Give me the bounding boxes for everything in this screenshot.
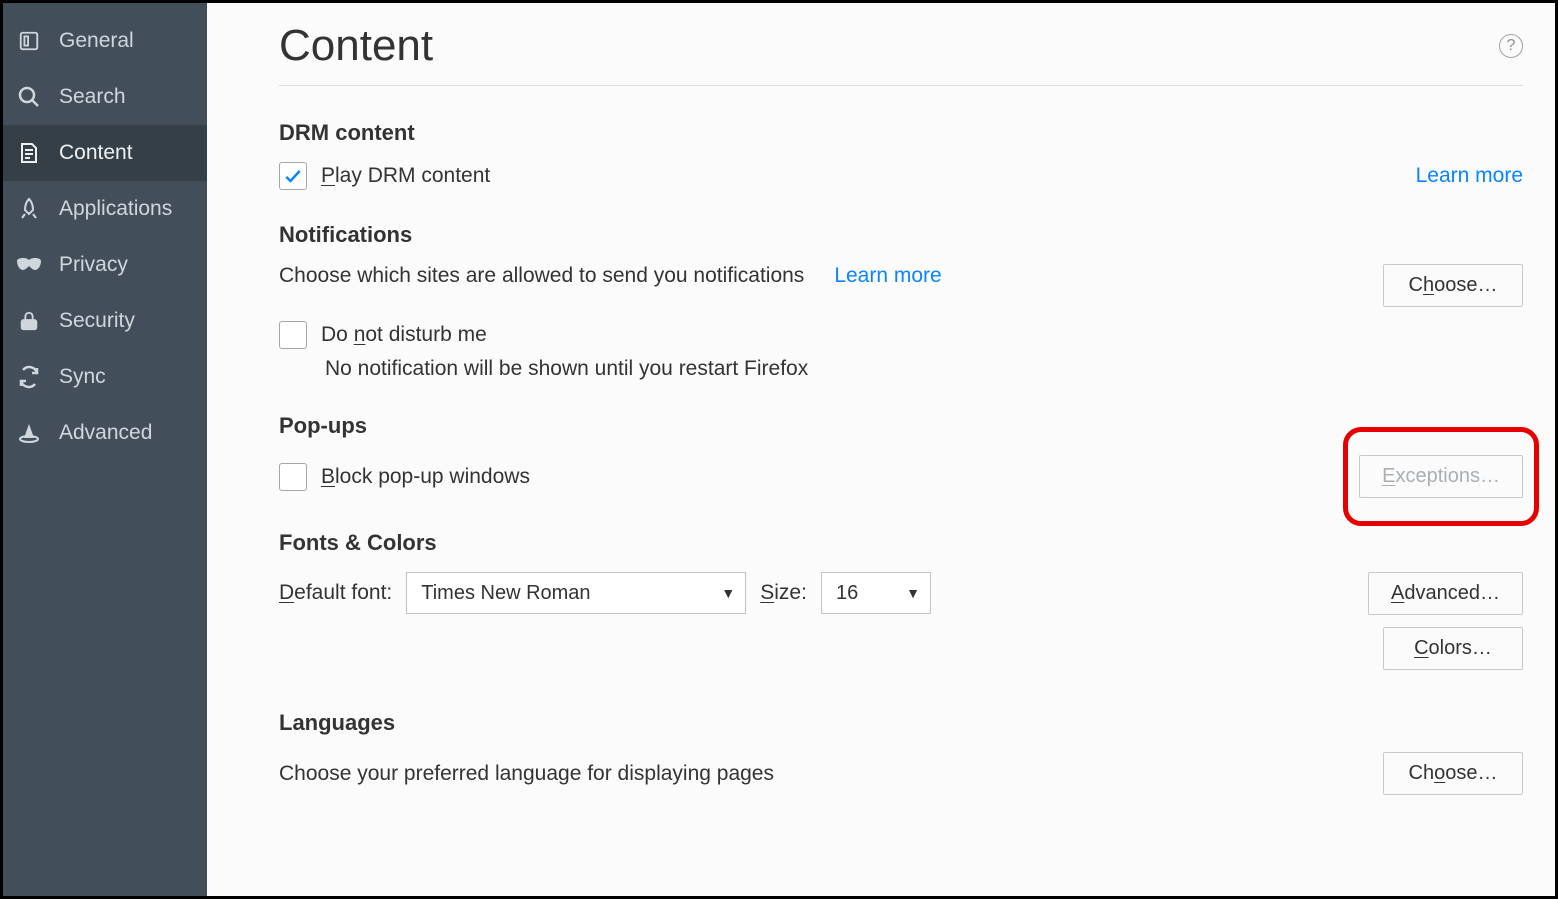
rocket-icon	[15, 195, 43, 223]
sidebar: General Search Content Applications Priv…	[3, 3, 207, 896]
sidebar-item-label: Security	[59, 309, 135, 333]
sidebar-item-label: Advanced	[59, 421, 152, 445]
notifications-heading: Notifications	[279, 222, 1523, 248]
sidebar-item-label: General	[59, 29, 134, 53]
block-popups-checkbox[interactable]	[279, 463, 307, 491]
play-drm-checkbox-row[interactable]: Play DRM content	[279, 162, 490, 190]
languages-description: Choose your preferred language for displ…	[279, 762, 774, 786]
dnd-sublabel: No notification will be shown until you …	[325, 357, 1523, 381]
lock-icon	[15, 307, 43, 335]
popups-exceptions-button: Exceptions…	[1359, 455, 1523, 498]
dnd-label: Do not disturb me	[321, 323, 487, 347]
wizard-hat-icon	[15, 419, 43, 447]
sidebar-item-label: Applications	[59, 197, 172, 221]
default-font-value: Times New Roman	[421, 582, 590, 605]
drm-learn-more-link[interactable]: Learn more	[1416, 164, 1523, 188]
sidebar-item-label: Privacy	[59, 253, 128, 277]
popups-section: Pop-ups Block pop-up windows Exceptions…	[279, 413, 1523, 498]
caret-down-icon: ▼	[906, 585, 920, 601]
colors-button[interactable]: Colors…	[1383, 627, 1523, 670]
sidebar-item-content[interactable]: Content	[3, 125, 207, 181]
block-popups-label: Block pop-up windows	[321, 465, 530, 489]
document-icon	[15, 139, 43, 167]
sidebar-item-general[interactable]: General	[3, 13, 207, 69]
languages-choose-button[interactable]: Choose…	[1383, 752, 1523, 795]
main-content: Content ? DRM content Play DRM content L…	[207, 3, 1555, 896]
font-size-select[interactable]: 16 ▼	[821, 572, 931, 614]
default-font-label: Default font:	[279, 581, 392, 605]
general-icon	[15, 27, 43, 55]
sidebar-item-sync[interactable]: Sync	[3, 349, 207, 405]
help-icon[interactable]: ?	[1499, 34, 1523, 58]
languages-section: Languages Choose your preferred language…	[279, 710, 1523, 795]
notifications-description-row: Choose which sites are allowed to send y…	[279, 264, 942, 288]
font-size-value: 16	[836, 582, 858, 605]
sync-icon	[15, 363, 43, 391]
notifications-choose-button[interactable]: Choose…	[1383, 264, 1523, 307]
mask-icon	[15, 251, 43, 279]
play-drm-checkbox[interactable]	[279, 162, 307, 190]
page-header: Content ?	[279, 21, 1523, 86]
sidebar-item-advanced[interactable]: Advanced	[3, 405, 207, 461]
sidebar-item-security[interactable]: Security	[3, 293, 207, 349]
popups-heading: Pop-ups	[279, 413, 1523, 439]
drm-heading: DRM content	[279, 120, 1523, 146]
page-title: Content	[279, 21, 433, 71]
default-font-select[interactable]: Times New Roman ▼	[406, 572, 746, 614]
fonts-colors-heading: Fonts & Colors	[279, 530, 1523, 556]
block-popups-checkbox-row[interactable]: Block pop-up windows	[279, 463, 530, 491]
sidebar-item-label: Search	[59, 85, 126, 109]
fonts-advanced-button[interactable]: Advanced…	[1368, 572, 1523, 615]
notifications-description: Choose which sites are allowed to send y…	[279, 264, 804, 288]
notifications-section: Notifications Choose which sites are all…	[279, 222, 1523, 381]
dnd-checkbox[interactable]	[279, 321, 307, 349]
sidebar-item-label: Sync	[59, 365, 106, 389]
play-drm-label: Play DRM content	[321, 164, 490, 188]
sidebar-item-applications[interactable]: Applications	[3, 181, 207, 237]
fonts-colors-section: Fonts & Colors Default font: Times New R…	[279, 530, 1523, 670]
dnd-checkbox-row[interactable]: Do not disturb me	[279, 321, 1523, 349]
size-label: Size:	[760, 581, 807, 605]
languages-heading: Languages	[279, 710, 1523, 736]
drm-section: DRM content Play DRM content Learn more	[279, 120, 1523, 190]
search-icon	[15, 83, 43, 111]
sidebar-item-privacy[interactable]: Privacy	[3, 237, 207, 293]
notifications-learn-more-link[interactable]: Learn more	[834, 264, 941, 288]
sidebar-item-label: Content	[59, 141, 133, 165]
caret-down-icon: ▼	[721, 585, 735, 601]
sidebar-item-search[interactable]: Search	[3, 69, 207, 125]
